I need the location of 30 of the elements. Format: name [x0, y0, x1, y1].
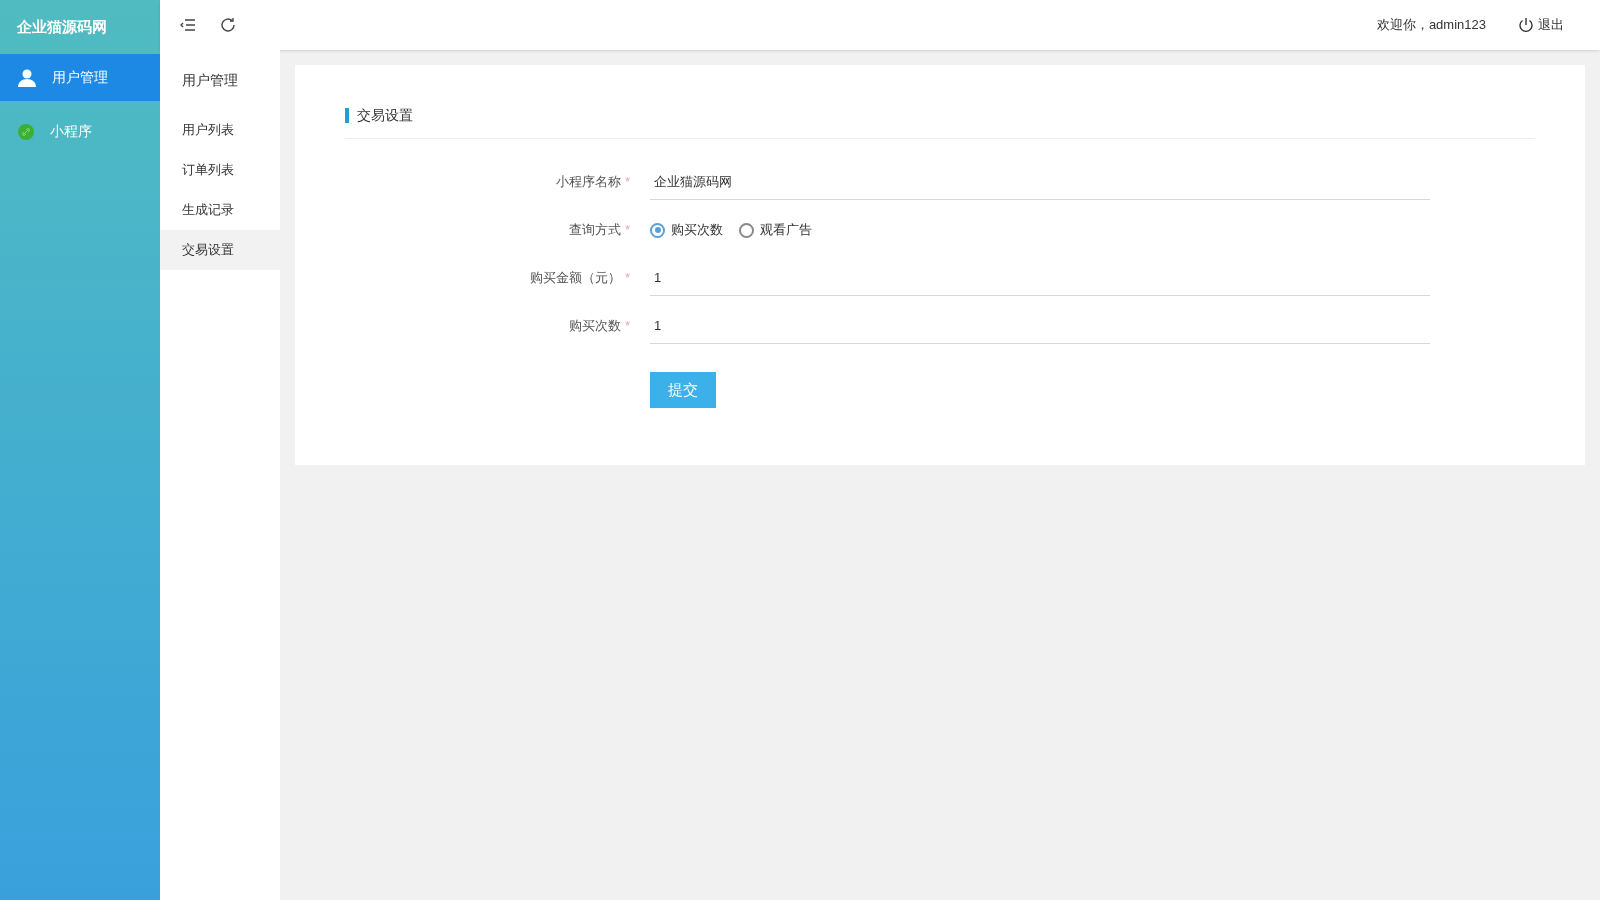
- brand-logo: 企业猫源码网: [17, 16, 107, 37]
- power-icon: [1518, 17, 1534, 33]
- required-asterisk: *: [624, 173, 630, 192]
- sidebar-item[interactable]: 用户管理: [0, 54, 160, 101]
- submenu-item[interactable]: 用户列表: [160, 110, 280, 150]
- submenu-item[interactable]: 订单列表: [160, 150, 280, 190]
- radio-label: 观看广告: [760, 221, 812, 240]
- radio-button[interactable]: [650, 222, 665, 238]
- text-field[interactable]: 1: [650, 260, 1430, 296]
- text-field[interactable]: 企业猫源码网: [650, 164, 1430, 200]
- section-title: 交易设置: [357, 106, 413, 125]
- user-icon: [18, 68, 36, 87]
- logout-button[interactable]: 退出: [1518, 15, 1564, 35]
- required-asterisk: *: [624, 269, 630, 288]
- submenu-item[interactable]: 生成记录: [160, 190, 280, 230]
- submenu-title: 用户管理: [182, 70, 238, 90]
- menu-icon[interactable]: [180, 18, 196, 32]
- field-label: 购买金额（元）: [529, 269, 621, 288]
- text-field[interactable]: 1: [650, 308, 1430, 344]
- field-label: 购买次数: [568, 317, 621, 336]
- field-label: 查询方式: [568, 221, 621, 240]
- link-icon: [18, 123, 34, 140]
- required-asterisk: *: [624, 317, 630, 336]
- radio-button[interactable]: [739, 222, 754, 238]
- refresh-icon[interactable]: [220, 17, 236, 33]
- submenu-item[interactable]: 交易设置: [160, 230, 280, 270]
- required-asterisk: *: [624, 221, 630, 240]
- welcome-text: 欢迎你，admin123: [1376, 16, 1486, 35]
- radio-label: 购买次数: [671, 221, 723, 240]
- field-label: 小程序名称: [555, 173, 621, 192]
